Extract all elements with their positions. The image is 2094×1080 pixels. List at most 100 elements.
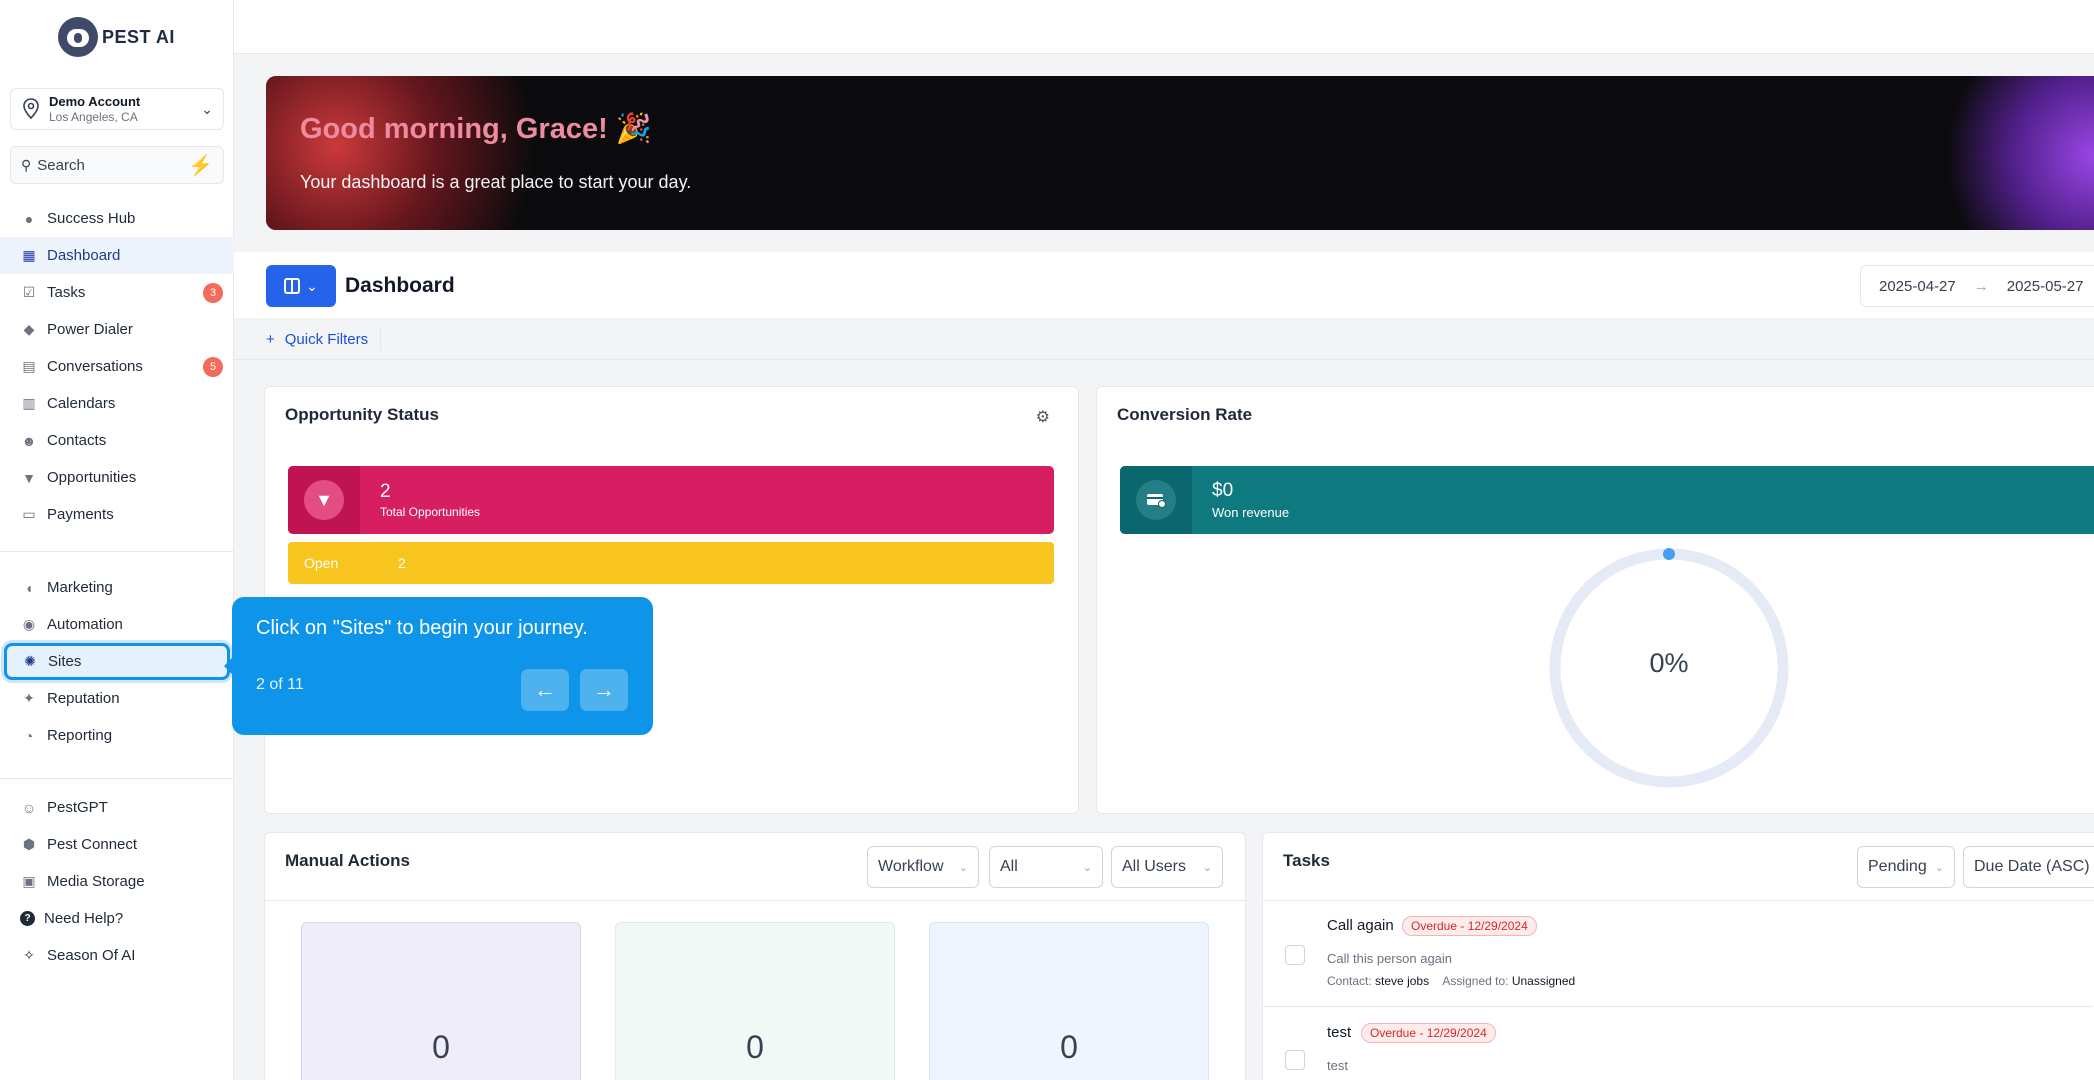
task-checkbox[interactable] xyxy=(1285,945,1305,965)
account-location: Los Angeles, CA xyxy=(49,109,138,124)
sidebar-item-payments[interactable]: ▭ Payments xyxy=(0,496,234,533)
pie-icon: ◔ xyxy=(24,727,34,744)
diamond-icon: ◆ xyxy=(23,321,35,337)
payment-card-icon xyxy=(1136,480,1176,520)
select-value: Workflow xyxy=(878,858,944,875)
donut-progress-marker xyxy=(1663,548,1675,560)
check-icon: ☑ xyxy=(22,284,36,300)
brand-logo[interactable]: PEST AI xyxy=(58,17,175,57)
sidebar-item-conversations[interactable]: ▤ Conversations 5 xyxy=(0,348,234,385)
search-label: Search xyxy=(37,156,85,174)
manual-stat-tile[interactable]: 0 xyxy=(301,922,581,1080)
manual-stat-tile[interactable]: 0 xyxy=(615,922,895,1080)
sidebar-item-season-of-ai[interactable]: ✧ Season Of AI xyxy=(0,937,234,974)
location-pin-icon xyxy=(23,98,39,120)
manual-actions-card: Manual Actions Workflow ⌄ All ⌄ All Users ⌄… xyxy=(264,832,1246,1080)
date-to: 2025-05-27 xyxy=(2006,277,2084,295)
conversion-rate-value: 0% xyxy=(1649,648,1689,678)
task-assignee: Unassigned xyxy=(1511,974,1576,988)
dashboard-switcher-button[interactable]: ⌄ xyxy=(266,265,336,307)
sidebar-item-label: Media Storage xyxy=(47,873,145,890)
nav-group-main: ● Success Hub ▦ Dashboard ☑ Tasks 3 ◆ Power D… xyxy=(0,200,234,533)
date-range-picker[interactable]: 2025-04-27 → 2025-05-27 xyxy=(1860,265,2094,307)
task-sort-select[interactable]: Due Date (ASC) xyxy=(1963,846,2094,888)
task-meta: Contact: steve jobs Assigned to: Unassig… xyxy=(1327,974,1575,988)
won-revenue-bar[interactable]: $0 Won revenue xyxy=(1120,466,2094,534)
sidebar: PEST AI Demo Account Los Angeles, CA ⌄ ⚲… xyxy=(0,0,234,1080)
task-status-select[interactable]: Pending ⌄ xyxy=(1857,846,1955,888)
open-label: Open xyxy=(304,555,339,571)
task-contact-link[interactable]: steve jobs xyxy=(1375,974,1429,988)
sidebar-item-reputation[interactable]: ✦ Reputation xyxy=(0,680,234,717)
tour-tooltip: Click on "Sites" to begin your journey. … xyxy=(224,597,653,735)
task-row[interactable]: Call again Overdue - 12/29/2024 Call thi… xyxy=(1263,901,2093,1007)
card-icon: ▭ xyxy=(22,506,36,522)
page-title: Dashboard xyxy=(345,274,455,297)
tour-next-button[interactable]: → xyxy=(580,669,628,711)
image-icon: ▣ xyxy=(22,873,36,889)
sliders-icon[interactable]: ⚙ xyxy=(1036,407,1050,427)
sidebar-item-power-dialer[interactable]: ◆ Power Dialer xyxy=(0,311,234,348)
task-row[interactable]: test Overdue - 12/29/2024 test xyxy=(1263,1008,2093,1080)
help-icon: ? xyxy=(20,911,35,926)
quick-filters-bar: + Quick Filters xyxy=(234,318,2094,360)
open-opportunities-bar[interactable]: Open 2 xyxy=(288,542,1054,584)
workflow-select[interactable]: Workflow ⌄ xyxy=(867,846,979,888)
layout-icon xyxy=(284,278,301,294)
sidebar-item-label: PestGPT xyxy=(47,799,108,816)
quick-filters-button[interactable]: + Quick Filters xyxy=(266,327,382,351)
tasks-count-badge: 3 xyxy=(203,282,223,303)
manual-stat-tile[interactable]: 0 xyxy=(929,922,1209,1080)
sidebar-item-label: Payments xyxy=(47,506,114,523)
sidebar-item-calendars[interactable]: ▥ Calendars xyxy=(0,385,234,422)
account-switcher[interactable]: Demo Account Los Angeles, CA ⌄ xyxy=(10,88,224,130)
sidebar-item-reporting[interactable]: ◔ Reporting xyxy=(0,717,234,754)
card-icon-box xyxy=(1120,466,1192,534)
sidebar-item-need-help[interactable]: ? Need Help? xyxy=(0,900,234,937)
users-select[interactable]: All Users ⌄ xyxy=(1111,846,1223,888)
sidebar-item-label: Calendars xyxy=(47,395,116,412)
sidebar-item-media-storage[interactable]: ▣ Media Storage xyxy=(0,863,234,900)
nav-divider xyxy=(0,551,234,552)
funnel-icon: ▼ xyxy=(304,480,344,520)
task-title: test xyxy=(1327,1024,1352,1041)
sidebar-item-pest-connect[interactable]: ⬢ Pest Connect xyxy=(0,826,234,863)
sidebar-item-dashboard[interactable]: ▦ Dashboard xyxy=(0,237,234,274)
chevron-down-icon: ⌄ xyxy=(1082,861,1092,874)
total-opportunities-bar[interactable]: ▼ 2 Total Opportunities xyxy=(288,466,1054,534)
top-bar xyxy=(234,0,2094,54)
star-icon: ✦ xyxy=(23,690,35,706)
stat-value: 0 xyxy=(1060,1029,1078,1065)
welcome-banner: Good morning, Grace! 🎉 Your dashboard is… xyxy=(266,76,2094,230)
sidebar-item-opportunities[interactable]: ▼ Opportunities xyxy=(0,459,234,496)
overdue-badge: Overdue - 12/29/2024 xyxy=(1402,916,1537,936)
sidebar-item-marketing[interactable]: ◖ Marketing xyxy=(0,569,234,606)
total-opportunities-label: Total Opportunities xyxy=(380,505,481,519)
won-revenue-label: Won revenue xyxy=(1212,505,1290,520)
task-checkbox[interactable] xyxy=(1285,1050,1305,1070)
sidebar-item-contacts[interactable]: ☻ Contacts xyxy=(0,422,234,459)
sidebar-item-success-hub[interactable]: ● Success Hub xyxy=(0,200,234,237)
won-revenue-value: $0 xyxy=(1212,480,1234,501)
sidebar-item-pestgpt[interactable]: ☺ PestGPT xyxy=(0,789,234,826)
chat-icon: ▤ xyxy=(22,358,36,374)
select-value: All xyxy=(1000,858,1018,875)
assigned-label: Assigned to: xyxy=(1442,974,1509,988)
sidebar-item-automation[interactable]: ◉ Automation xyxy=(0,606,234,643)
dashboard-header: ⌄ Dashboard 2025-04-27 → 2025-05-27 xyxy=(234,252,2094,318)
quick-action-bolt-icon[interactable]: ⚡ xyxy=(188,153,213,178)
sidebar-item-label: Pest Connect xyxy=(47,836,138,853)
conversion-rate-card: Conversion Rate $0 Won revenue 0% xyxy=(1096,386,2094,814)
chevron-down-icon: ⌄ xyxy=(201,100,213,117)
megaphone-icon: ◖ xyxy=(24,579,34,596)
sidebar-item-tasks[interactable]: ☑ Tasks 3 xyxy=(0,274,234,311)
search-input[interactable]: ⚲ Search ⚡ xyxy=(10,146,224,184)
sidebar-item-sites[interactable]: ✺ Sites xyxy=(4,643,230,680)
greeting-title: Good morning, Grace! 🎉 xyxy=(300,113,652,145)
date-from: 2025-04-27 xyxy=(1879,277,1956,295)
select-value: Pending xyxy=(1868,858,1927,875)
status-select[interactable]: All ⌄ xyxy=(989,846,1103,888)
tour-prev-button[interactable]: ← xyxy=(521,669,569,711)
total-opportunities-value: 2 xyxy=(380,481,391,502)
sidebar-item-label: Marketing xyxy=(47,579,113,596)
